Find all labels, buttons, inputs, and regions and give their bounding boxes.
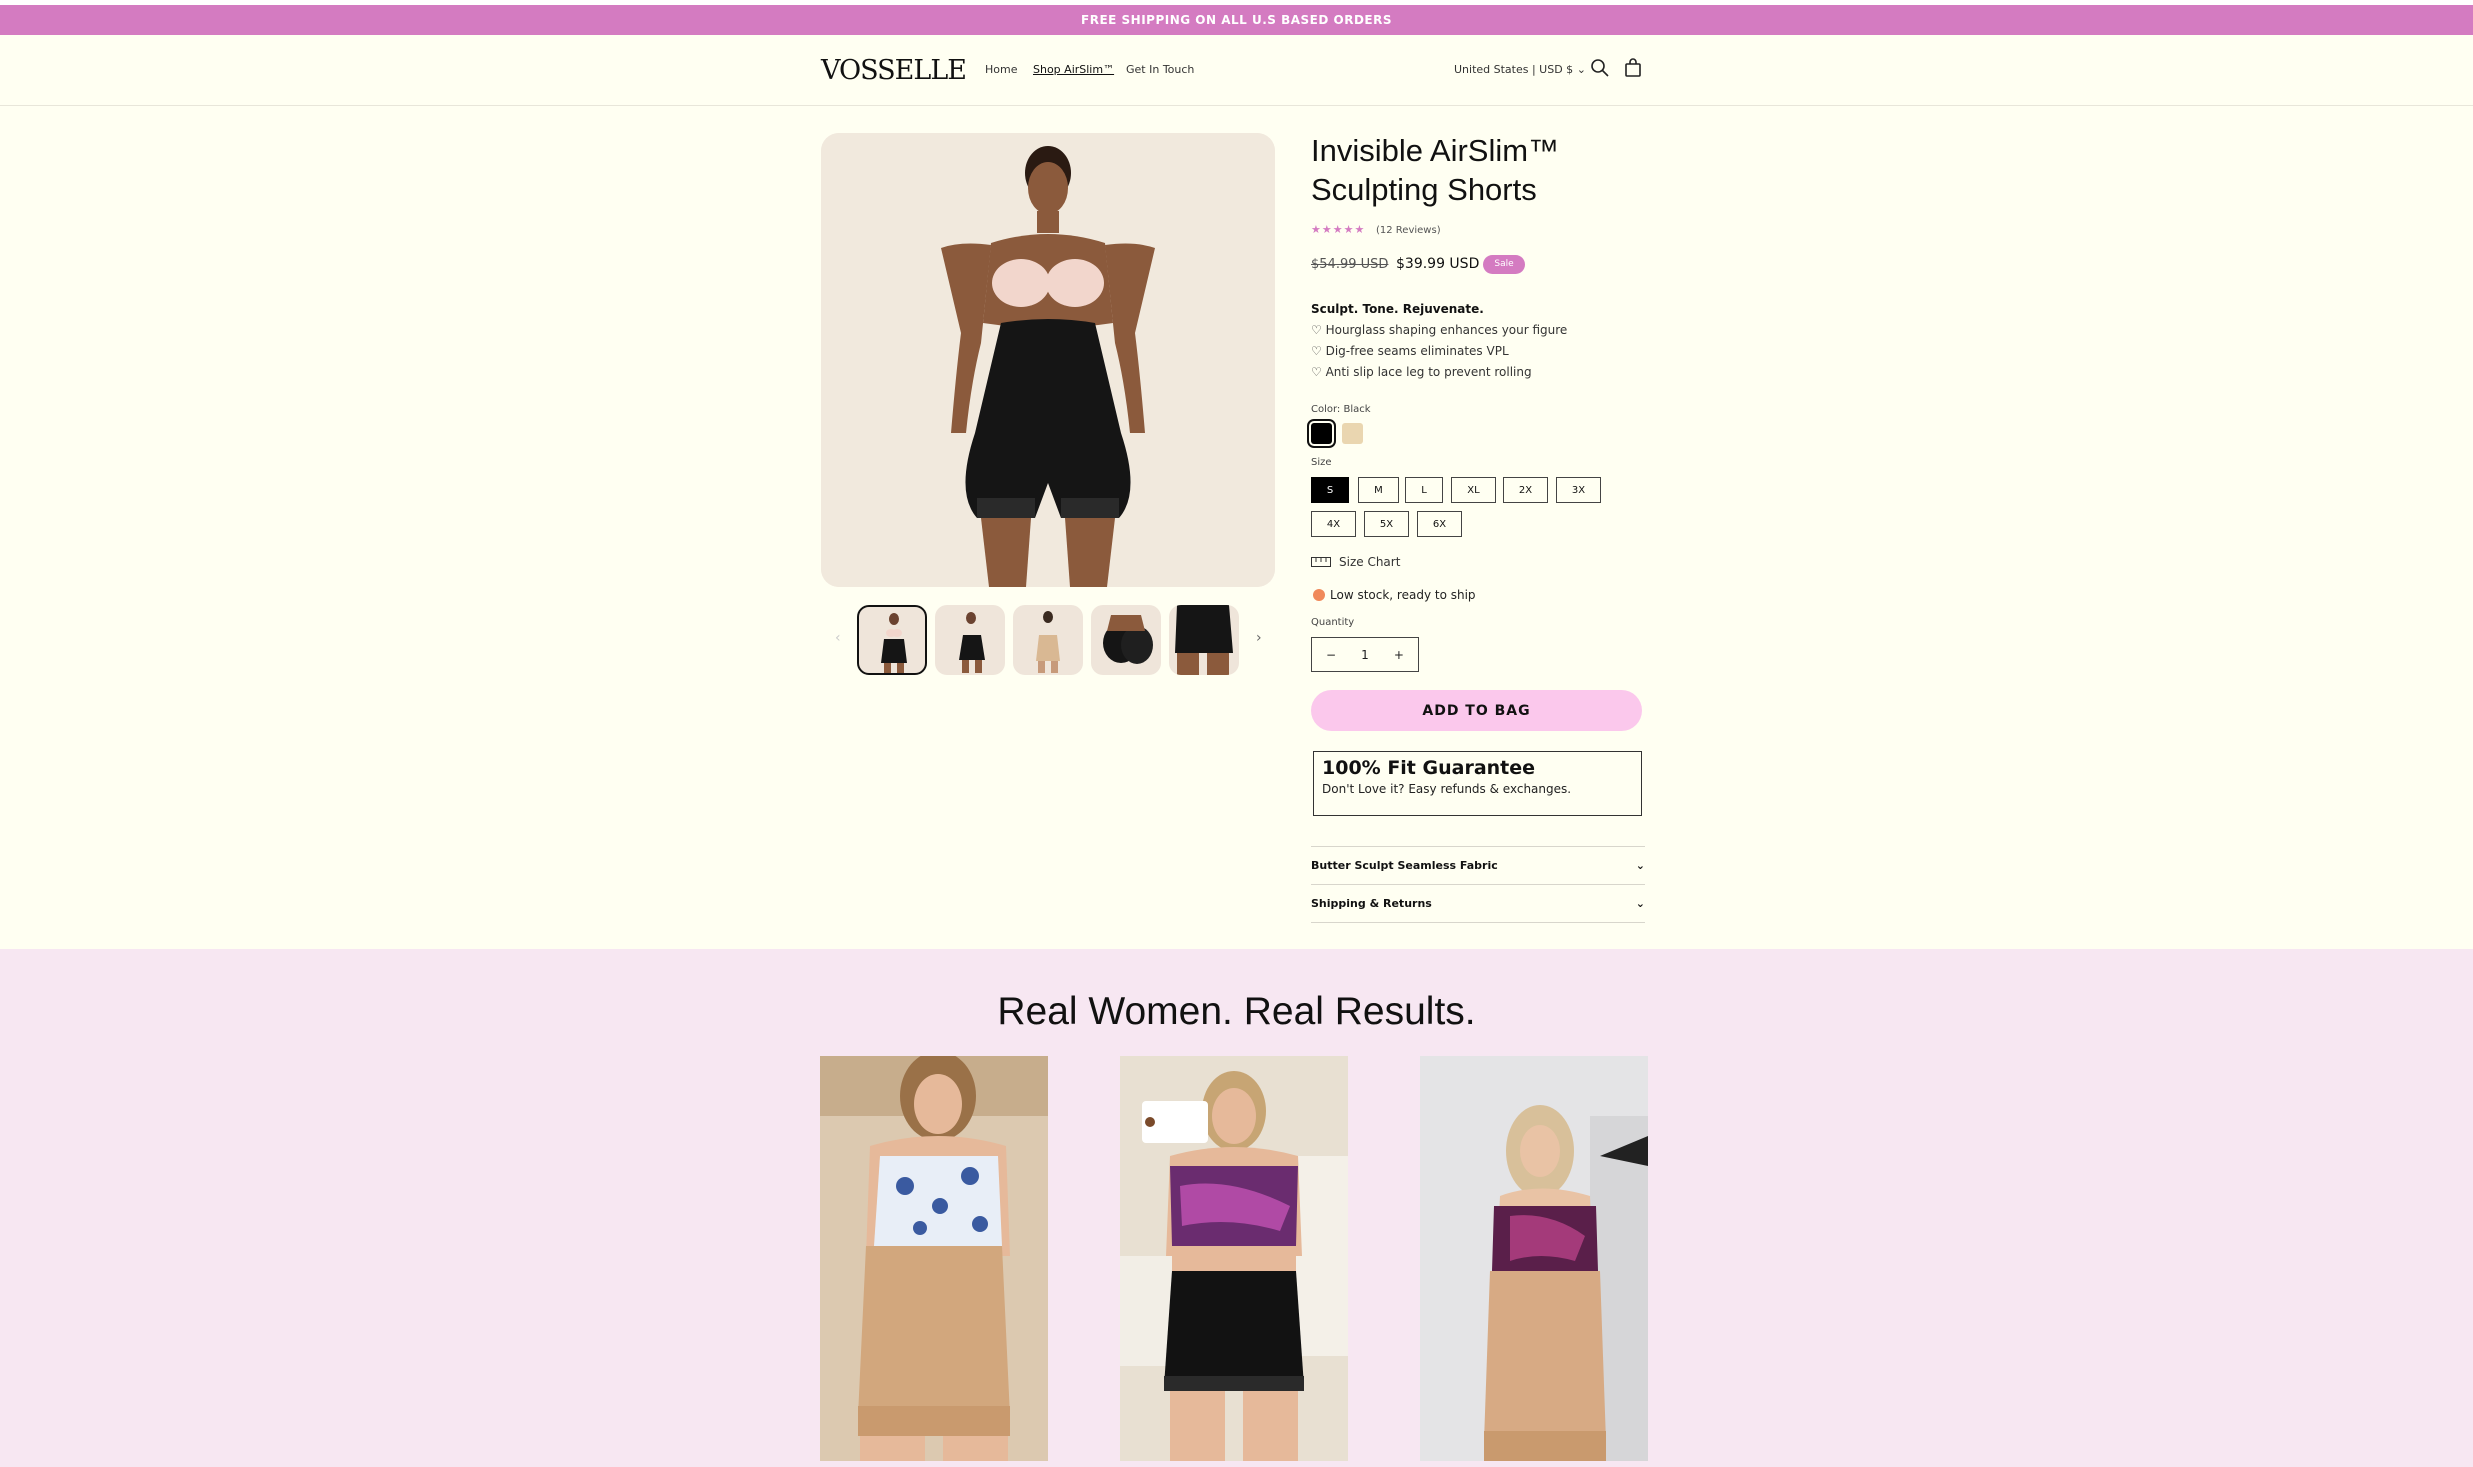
results-video[interactable] <box>1420 1056 1648 1461</box>
rating-stars-icon[interactable]: ★★★★★ <box>1311 223 1365 236</box>
thumbnail[interactable] <box>1013 605 1083 675</box>
logo[interactable]: VOSSELLE <box>821 55 967 86</box>
accordion-label: Butter Sculpt Seamless Fabric <box>1311 859 1498 872</box>
size-option-l[interactable]: L <box>1405 477 1443 503</box>
announcement-bar: FREE SHIPPING ON ALL U.S BASED ORDERS <box>0 5 2473 35</box>
quantity-value[interactable]: 1 <box>1361 648 1369 662</box>
feature-bullet: ♡ Dig-free seams eliminates VPL <box>1311 344 1509 358</box>
product-tagline: Sculpt. Tone. Rejuvenate. <box>1311 302 1484 316</box>
chevron-down-icon: ⌄ <box>1576 63 1586 76</box>
chevron-down-icon: ⌄ <box>1635 897 1645 910</box>
color-swatch-black[interactable] <box>1307 419 1336 448</box>
sale-badge: Sale <box>1483 255 1525 274</box>
plus-icon[interactable]: + <box>1394 648 1404 662</box>
guarantee-subtitle: Don't Love it? Easy refunds & exchanges. <box>1322 782 1572 796</box>
feature-bullet: ♡ Hourglass shaping enhances your figure <box>1311 323 1568 337</box>
size-chart-link[interactable]: Size Chart <box>1311 555 1400 569</box>
stock-dot-icon <box>1313 589 1325 601</box>
locale-label: United States | USD $ <box>1454 63 1574 76</box>
results-video[interactable] <box>1120 1056 1348 1461</box>
size-option-s[interactable]: S <box>1311 477 1349 503</box>
nav-home[interactable]: Home <box>985 63 1017 76</box>
product-title: Invisible AirSlim™ Sculpting Shorts <box>1311 133 1560 207</box>
review-count[interactable]: (12 Reviews) <box>1376 225 1441 236</box>
results-title: Real Women. Real Results. <box>997 990 1476 1033</box>
price-compare: $54.99 USD <box>1311 257 1389 272</box>
fit-guarantee-box: 100% Fit Guarantee Don't Love it? Easy r… <box>1313 751 1642 816</box>
size-option-3x[interactable]: 3X <box>1556 477 1601 503</box>
guarantee-title: 100% Fit Guarantee <box>1322 757 1536 779</box>
add-to-bag-button[interactable]: ADD TO BAG <box>1311 690 1642 731</box>
color-label: Color: Black <box>1311 404 1371 415</box>
stock-status: Low stock, ready to ship <box>1313 588 1476 602</box>
stock-text: Low stock, ready to ship <box>1330 588 1476 602</box>
size-option-m[interactable]: M <box>1358 477 1399 503</box>
thumbnail[interactable] <box>1169 605 1239 675</box>
video-thumbnail <box>1420 1056 1648 1461</box>
feature-bullet: ♡ Anti slip lace leg to prevent rolling <box>1311 365 1532 379</box>
product-main-image[interactable] <box>821 133 1275 587</box>
nav-get-in-touch[interactable]: Get In Touch <box>1126 63 1194 76</box>
size-chart-label: Size Chart <box>1339 555 1401 569</box>
thumb-next-arrow-icon[interactable]: › <box>1256 630 1262 646</box>
minus-icon[interactable]: − <box>1326 648 1336 662</box>
size-option-5x[interactable]: 5X <box>1364 511 1409 537</box>
video-thumbnail <box>820 1056 1048 1461</box>
size-option-6x[interactable]: 6X <box>1417 511 1462 537</box>
size-option-4x[interactable]: 4X <box>1311 511 1356 537</box>
thumbnail[interactable] <box>1091 605 1161 675</box>
accordion-shipping[interactable]: Shipping & Returns ⌄ <box>1311 885 1645 923</box>
thumbnail[interactable] <box>857 605 927 675</box>
size-option-2x[interactable]: 2X <box>1503 477 1548 503</box>
thumb-prev-arrow-icon[interactable]: ‹ <box>835 630 841 646</box>
site-header: VOSSELLE Home Shop AirSlim™ Get In Touch… <box>0 35 2473 106</box>
results-video[interactable] <box>820 1056 1048 1461</box>
thumbnail[interactable] <box>935 605 1005 675</box>
ruler-icon <box>1311 557 1331 567</box>
nav-shop-airslim[interactable]: Shop AirSlim™ <box>1033 63 1114 76</box>
accordion-fabric[interactable]: Butter Sculpt Seamless Fabric ⌄ <box>1311 847 1645 885</box>
price-current: $39.99 USD <box>1396 256 1480 272</box>
color-swatch-nude[interactable] <box>1342 423 1363 444</box>
accordion-label: Shipping & Returns <box>1311 897 1432 910</box>
size-option-xl[interactable]: XL <box>1451 477 1496 503</box>
chevron-down-icon: ⌄ <box>1635 859 1645 872</box>
quantity-label: Quantity <box>1311 617 1355 628</box>
locale-selector[interactable]: United States | USD $ ⌄ <box>1454 63 1586 76</box>
model-figure-illustration <box>821 133 1275 587</box>
cart-icon[interactable] <box>1622 57 1644 79</box>
video-thumbnail <box>1120 1056 1348 1461</box>
size-label: Size <box>1311 457 1332 468</box>
search-icon[interactable] <box>1589 57 1611 79</box>
quantity-stepper: − 1 + <box>1311 637 1419 672</box>
